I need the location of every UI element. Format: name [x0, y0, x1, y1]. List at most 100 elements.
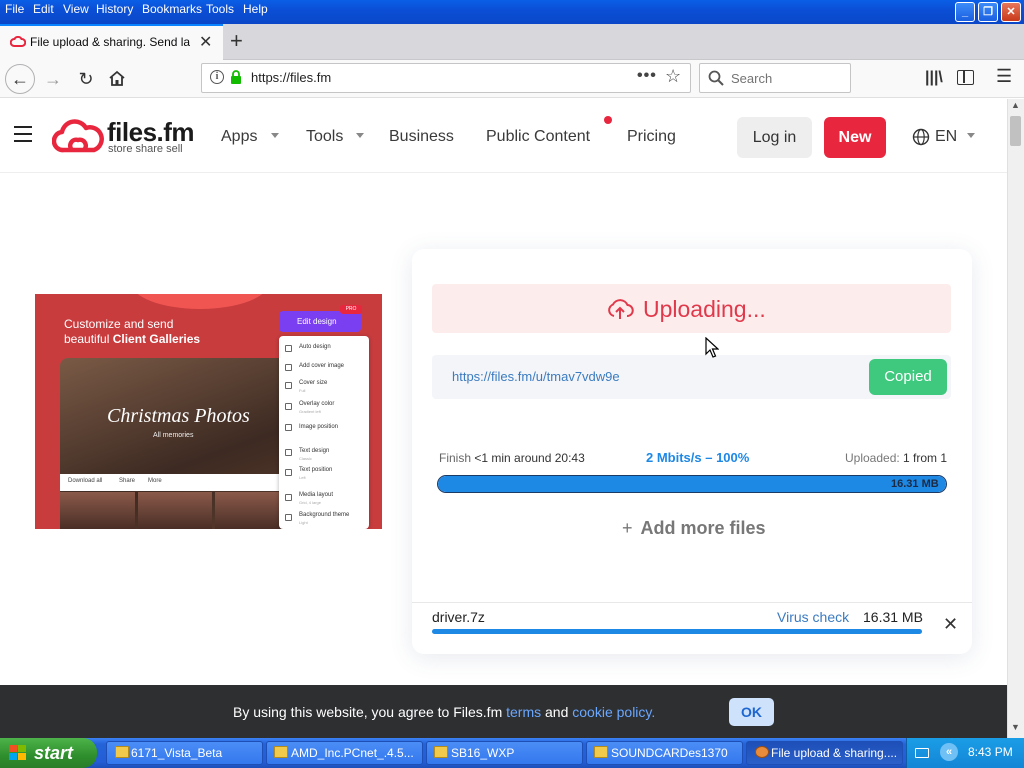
language-selector[interactable]: EN [935, 128, 957, 146]
window-menu-bar: File Edit View History Bookmarks Tools H… [0, 0, 1024, 24]
target-icon [285, 424, 292, 431]
file-progress-fill [432, 629, 922, 634]
copy-link-button[interactable]: Copied [869, 359, 947, 395]
file-name: driver.7z [432, 609, 485, 625]
promo-menu-item: Auto design [299, 344, 331, 350]
menu-history[interactable]: History [96, 2, 133, 16]
promo-menu-item: Text position [299, 467, 333, 473]
menu-edit[interactable]: Edit [33, 2, 54, 16]
promo-menu-subtext: Classic [299, 456, 312, 461]
tab-close-icon[interactable]: ✕ [199, 32, 212, 52]
menu-file[interactable]: File [5, 2, 24, 16]
folder-icon [115, 746, 129, 758]
menu-view[interactable]: View [63, 2, 89, 16]
login-button[interactable]: Log in [737, 117, 812, 158]
menu-bookmarks[interactable]: Bookmarks [142, 2, 202, 16]
file-size: 16.31 MB [863, 609, 923, 625]
nav-public-content[interactable]: Public Content [486, 128, 590, 146]
virus-check-link[interactable]: Virus check [777, 609, 849, 625]
clock[interactable]: 8:43 PM [967, 745, 1013, 759]
plus-icon: + [622, 518, 633, 538]
page-actions-icon[interactable]: ••• [637, 67, 657, 85]
promo-decor [130, 294, 270, 309]
chevron-down-icon [271, 133, 279, 138]
taskbar-item[interactable]: SB16_WXP [426, 741, 583, 765]
promo-thumbnail [137, 492, 213, 529]
nav-pricing[interactable]: Pricing [627, 128, 676, 146]
scroll-up-arrow-icon[interactable]: ▲ [1008, 100, 1023, 115]
search-icon [708, 70, 724, 86]
keyboard-icon[interactable] [915, 748, 929, 758]
upload-status-text: Uploading... [643, 296, 766, 322]
file-progress-bar [432, 629, 922, 634]
cloud-upload-icon [608, 299, 634, 319]
upload-speed: 2 Mbits/s – 100% [646, 450, 750, 465]
promo-menu-item: Text design [299, 448, 330, 454]
site-info-icon[interactable]: i [210, 70, 224, 84]
library-icon[interactable]: |||\ [925, 69, 943, 87]
remove-file-icon[interactable]: ✕ [943, 614, 958, 635]
palette-icon [285, 403, 292, 410]
promo-edit-design-button: Edit design [279, 311, 361, 332]
page-scrollbar[interactable] [1007, 99, 1024, 738]
nav-business[interactable]: Business [389, 128, 454, 146]
nav-tools[interactable]: Tools [306, 128, 343, 146]
new-tab-button[interactable]: + [230, 28, 243, 54]
cookie-ok-button[interactable]: OK [729, 698, 774, 726]
windows-logo-icon [9, 745, 26, 760]
taskbar-item[interactable]: 6171_Vista_Beta [106, 741, 263, 765]
logo-tagline: store share sell [108, 143, 183, 155]
browser-menu-icon[interactable]: ☰ [996, 66, 1012, 87]
promo-pro-badge: PRO [340, 305, 362, 314]
taskbar-item[interactable]: AMD_Inc.PCnet_.4.5... [266, 741, 423, 765]
globe-icon[interactable] [912, 128, 930, 146]
search-placeholder: Search [731, 71, 773, 86]
scroll-thumb[interactable] [1010, 116, 1021, 146]
promo-share: Share [119, 478, 136, 484]
taskbar-item-active[interactable]: File upload & sharing.... [746, 741, 903, 765]
divider [412, 602, 972, 603]
new-button[interactable]: New [824, 117, 886, 158]
promo-menu-item: Cover size [299, 380, 328, 386]
promo-menu-subtext: Gradient left [299, 409, 321, 414]
menu-tools[interactable]: Tools [206, 2, 234, 16]
menu-help[interactable]: Help [243, 2, 268, 16]
total-progress-fill [438, 476, 946, 492]
secure-lock-icon [231, 70, 241, 84]
align-icon [285, 469, 292, 476]
folder-icon [434, 746, 448, 758]
cookie-policy-link[interactable]: cookie policy. [572, 704, 655, 720]
sidebar-toggle-icon[interactable] [957, 70, 974, 85]
close-window-button[interactable]: ✕ [1001, 2, 1021, 22]
client-galleries-promo[interactable]: Customize and send beautiful Client Gall… [35, 294, 382, 529]
nav-apps[interactable]: Apps [221, 128, 257, 146]
bookmark-star-icon[interactable]: ☆ [665, 66, 681, 87]
mouse-cursor-icon [705, 337, 719, 358]
promo-gallery-title: Christmas Photos [107, 405, 250, 427]
share-link[interactable]: https://files.fm/u/tmav7vdw9e [452, 369, 620, 384]
home-icon[interactable] [108, 70, 126, 87]
forward-button[interactable]: → [38, 64, 68, 94]
promo-download-all: Download all [68, 478, 103, 484]
minimize-button[interactable]: _ [955, 2, 975, 22]
files-fm-logo-icon[interactable] [52, 118, 104, 156]
add-more-files-button[interactable]: + Add more files [622, 518, 766, 539]
show-hidden-icons-icon[interactable]: « [940, 743, 958, 761]
promo-menu-item: Media layout [299, 492, 334, 498]
scroll-down-arrow-icon[interactable]: ▼ [1008, 722, 1023, 737]
site-menu-icon[interactable] [14, 126, 32, 142]
wand-icon [285, 345, 292, 352]
reload-button[interactable]: ↻ [71, 64, 101, 94]
promo-headline-1: Customize and send [64, 317, 174, 331]
grid-icon [285, 494, 292, 501]
taskbar-item[interactable]: SOUNDCARDes1370 [586, 741, 743, 765]
back-button[interactable]: ← [5, 64, 35, 94]
restore-button[interactable]: ❐ [978, 2, 998, 22]
folder-icon [594, 746, 608, 758]
promo-menu-subtext: Light [299, 520, 308, 525]
terms-link[interactable]: terms [506, 704, 541, 720]
promo-menu-item: Background theme [299, 512, 350, 518]
url-text[interactable]: https://files.fm [251, 70, 331, 85]
chevron-down-icon [967, 133, 975, 138]
promo-menu-item: Image position [299, 424, 339, 430]
